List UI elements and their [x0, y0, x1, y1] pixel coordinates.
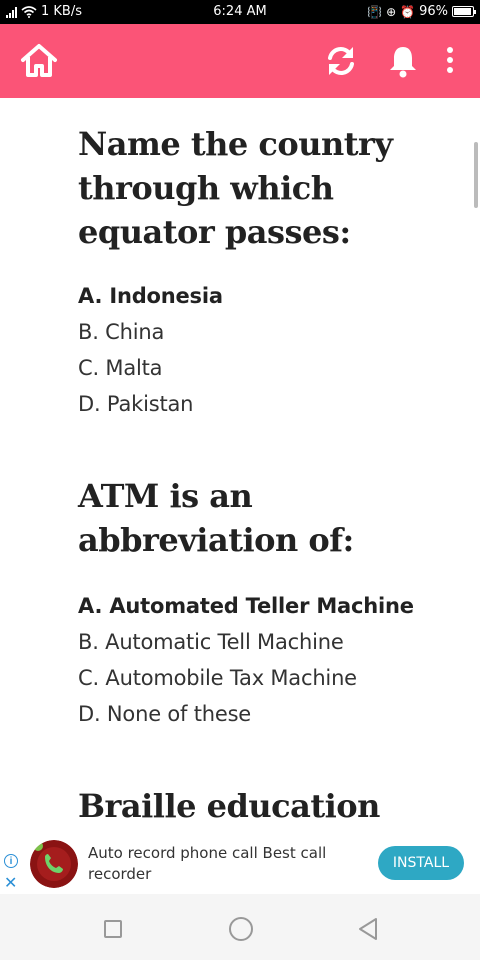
option-c[interactable]: C. Malta	[78, 356, 163, 380]
question-title: Name the country through which equator p…	[78, 125, 393, 251]
option-a[interactable]: A. Automated Teller Machine	[78, 594, 414, 618]
battery-percent: 96%	[419, 4, 448, 19]
info-icon[interactable]: i	[4, 854, 18, 868]
ad-app-logo[interactable]	[30, 840, 78, 888]
data-saver-icon: ⊕	[386, 4, 397, 19]
back-icon[interactable]	[356, 916, 380, 942]
option-d[interactable]: D. Pakistan	[78, 392, 193, 416]
option-c[interactable]: C. Automobile Tax Machine	[78, 666, 357, 690]
status-bar: 1 KB/s 6:24 AM 📳 ⊕ ⏰ 96%	[0, 0, 480, 24]
question-title: Braille education	[78, 787, 380, 825]
battery-icon	[452, 6, 476, 17]
refresh-icon[interactable]	[324, 44, 358, 78]
quiz-content[interactable]: Name the country through which equator p…	[0, 98, 480, 838]
home-circle-icon[interactable]	[229, 917, 253, 941]
option-a[interactable]: A. Indonesia	[78, 284, 223, 308]
close-icon[interactable]: ✕	[4, 876, 17, 892]
alarm-icon: ⏰	[400, 4, 416, 19]
scrollbar[interactable]	[474, 142, 478, 208]
home-icon[interactable]	[20, 42, 58, 78]
option-b[interactable]: B. Automatic Tell Machine	[78, 630, 344, 654]
recents-icon[interactable]	[104, 920, 122, 938]
ad-text[interactable]: Auto record phone call Best call recorde…	[88, 843, 348, 885]
more-vert-icon[interactable]	[440, 44, 460, 78]
vibrate-icon: 📳	[367, 4, 383, 19]
bell-icon[interactable]	[387, 44, 419, 78]
question-title: ATM is an abbreviation of:	[78, 477, 354, 559]
battery-fill	[454, 8, 471, 15]
install-button[interactable]: INSTALL	[378, 846, 464, 880]
option-d[interactable]: D. None of these	[78, 702, 251, 726]
option-b[interactable]: B. China	[78, 320, 164, 344]
app-bar	[0, 24, 480, 98]
status-right: 📳 ⊕ ⏰ 96%	[367, 4, 476, 19]
